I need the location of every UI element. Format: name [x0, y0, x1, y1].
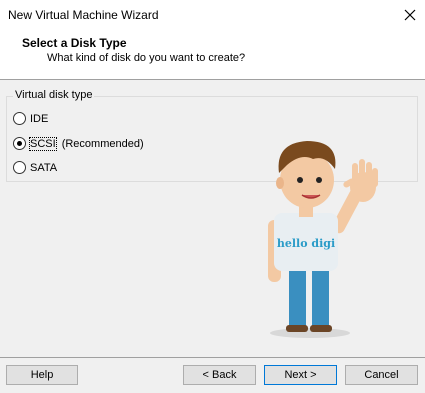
page-title: Select a Disk Type	[22, 36, 127, 50]
close-button[interactable]	[395, 0, 425, 30]
radio-button[interactable]	[13, 137, 26, 150]
mascot-shadow	[270, 328, 350, 338]
cancel-button[interactable]: Cancel	[345, 365, 418, 385]
next-button[interactable]: Next >	[264, 365, 337, 385]
page-subtitle: What kind of disk do you want to create?	[47, 52, 246, 64]
wizard-header: Select a Disk Type What kind of disk do …	[0, 30, 425, 80]
close-icon	[404, 9, 416, 21]
radio-label: SCSI	[29, 136, 57, 151]
radio-label: IDE	[30, 112, 49, 125]
window-title: New Virtual Machine Wizard	[8, 8, 159, 22]
radio-sata[interactable]: SATA	[13, 161, 57, 174]
radio-ide[interactable]: IDE	[13, 112, 48, 125]
footer-separator	[0, 357, 425, 358]
radio-scsi[interactable]: SCSI (Recommended)	[13, 136, 144, 151]
shirt-text: hello digi	[277, 237, 335, 250]
radio-label: SATA	[30, 161, 58, 174]
radio-button[interactable]	[13, 161, 26, 174]
radio-button[interactable]	[13, 112, 26, 125]
wizard-window: New Virtual Machine Wizard Select a Disk…	[0, 0, 425, 393]
mascot-illustration: hello digi	[268, 141, 378, 338]
radio-note: (Recommended)	[61, 137, 144, 150]
back-button[interactable]: < Back	[183, 365, 256, 385]
help-button[interactable]: Help	[6, 365, 78, 385]
mascot-shoes	[286, 325, 308, 332]
title-bar: New Virtual Machine Wizard	[0, 0, 425, 30]
mascot-hand	[343, 159, 378, 202]
group-legend: Virtual disk type	[13, 89, 95, 101]
mascot-pants	[289, 263, 306, 329]
